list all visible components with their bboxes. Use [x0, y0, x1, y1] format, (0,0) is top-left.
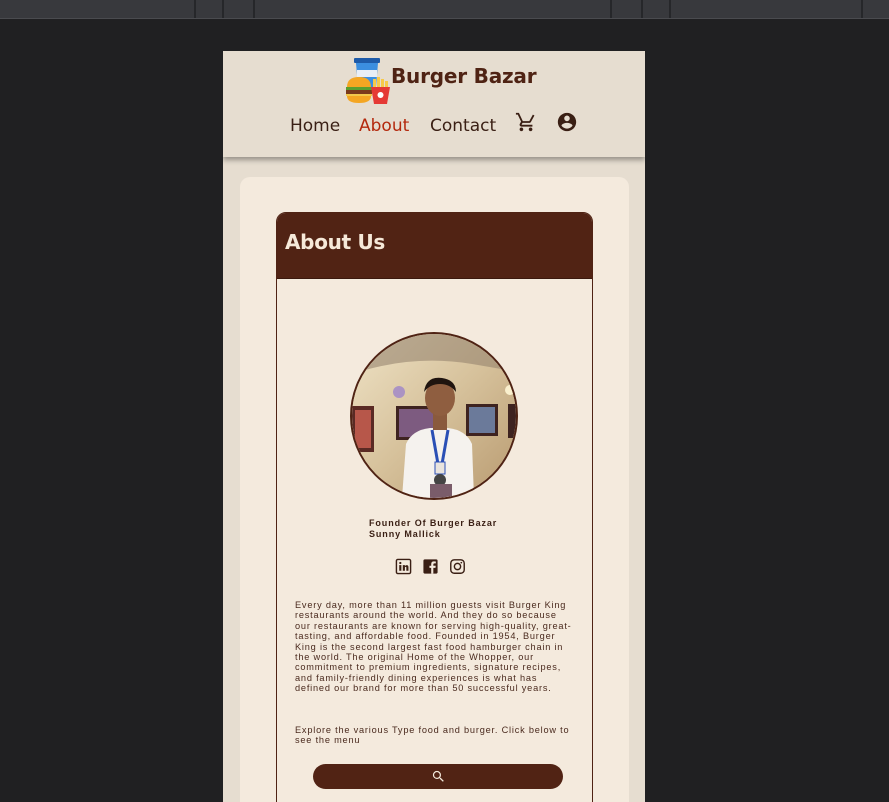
- about-title: About Us: [285, 230, 386, 254]
- about-paragraph: Every day, more than 11 million guests v…: [295, 600, 572, 694]
- explore-text: Explore the various Type food and burger…: [295, 725, 570, 746]
- about-card: About Us Founder Of Burger Bazar Sunny M…: [276, 212, 593, 802]
- search-icon: [432, 770, 444, 782]
- menu-search-button[interactable]: [313, 764, 563, 789]
- founder-photo: [352, 334, 516, 498]
- site-header: Burger Bazar Home About Contact: [223, 51, 645, 157]
- mobile-viewport: Burger Bazar Home About Contact About Us: [223, 51, 645, 802]
- facebook-icon[interactable]: [422, 558, 439, 575]
- linkedin-icon[interactable]: [395, 558, 412, 575]
- toolbar-separator: [194, 0, 196, 18]
- toolbar-separator: [669, 0, 671, 18]
- about-card-header: About Us: [277, 213, 592, 279]
- founder-role: Founder Of Burger Bazar: [369, 518, 498, 528]
- toolbar-separator: [610, 0, 612, 18]
- toolbar-separator: [861, 0, 863, 18]
- nav-contact[interactable]: Contact: [430, 116, 496, 136]
- founder-name: Sunny Mallick: [369, 529, 441, 539]
- burger-logo-icon[interactable]: [345, 57, 391, 105]
- toolbar-separator: [641, 0, 643, 18]
- nav-home[interactable]: Home: [290, 116, 340, 136]
- cart-icon[interactable]: [515, 111, 537, 133]
- toolbar-separator: [253, 0, 255, 18]
- toolbar-separator: [222, 0, 224, 18]
- window-top-bar: [0, 0, 889, 19]
- brand-name[interactable]: Burger Bazar: [391, 64, 537, 88]
- nav-about[interactable]: About: [359, 116, 409, 136]
- account-icon[interactable]: [556, 111, 578, 133]
- founder-avatar: [350, 332, 518, 500]
- instagram-icon[interactable]: [449, 558, 466, 575]
